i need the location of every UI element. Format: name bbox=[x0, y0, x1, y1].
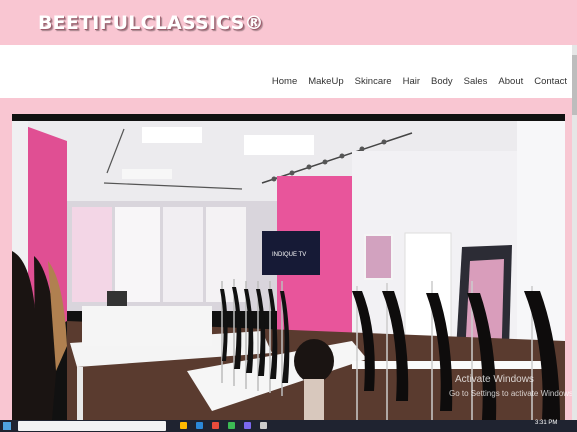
nav-about[interactable]: About bbox=[498, 76, 523, 87]
header-bar: BEETIFULCLASSICS® bbox=[0, 0, 577, 45]
edge-icon[interactable] bbox=[196, 422, 203, 429]
chrome-icon[interactable] bbox=[228, 422, 235, 429]
app-icon[interactable] bbox=[212, 422, 219, 429]
page-scrollbar[interactable] bbox=[572, 45, 577, 420]
activate-windows-title: Activate Windows bbox=[455, 374, 534, 385]
site-logo[interactable]: BEETIFULCLASSICS® bbox=[38, 12, 264, 34]
windows-icon[interactable] bbox=[3, 422, 11, 430]
scrollbar-thumb[interactable] bbox=[572, 55, 577, 115]
taskbar-search-box[interactable] bbox=[18, 421, 166, 431]
activate-windows-subtitle[interactable]: Go to Settings to activate Windows. bbox=[449, 389, 575, 398]
file-explorer-icon[interactable] bbox=[180, 422, 187, 429]
windows-taskbar: 3:31 PM bbox=[0, 420, 577, 432]
main-nav: Home MakeUp Skincare Hair Body Sales Abo… bbox=[0, 45, 577, 98]
tv-label: INDIQUE TV bbox=[272, 252, 306, 258]
taskbar-clock[interactable]: 3:31 PM bbox=[535, 420, 557, 426]
app-icon-2[interactable] bbox=[244, 422, 251, 429]
nav-home[interactable]: Home bbox=[272, 76, 297, 87]
nav-body[interactable]: Body bbox=[431, 76, 453, 87]
nav-makeup[interactable]: MakeUp bbox=[308, 76, 343, 87]
nav-hair[interactable]: Hair bbox=[403, 76, 420, 87]
app-icon-3[interactable] bbox=[260, 422, 267, 429]
nav-contact[interactable]: Contact bbox=[534, 76, 567, 87]
nav-skincare[interactable]: Skincare bbox=[355, 76, 392, 87]
nav-sales[interactable]: Sales bbox=[464, 76, 488, 87]
